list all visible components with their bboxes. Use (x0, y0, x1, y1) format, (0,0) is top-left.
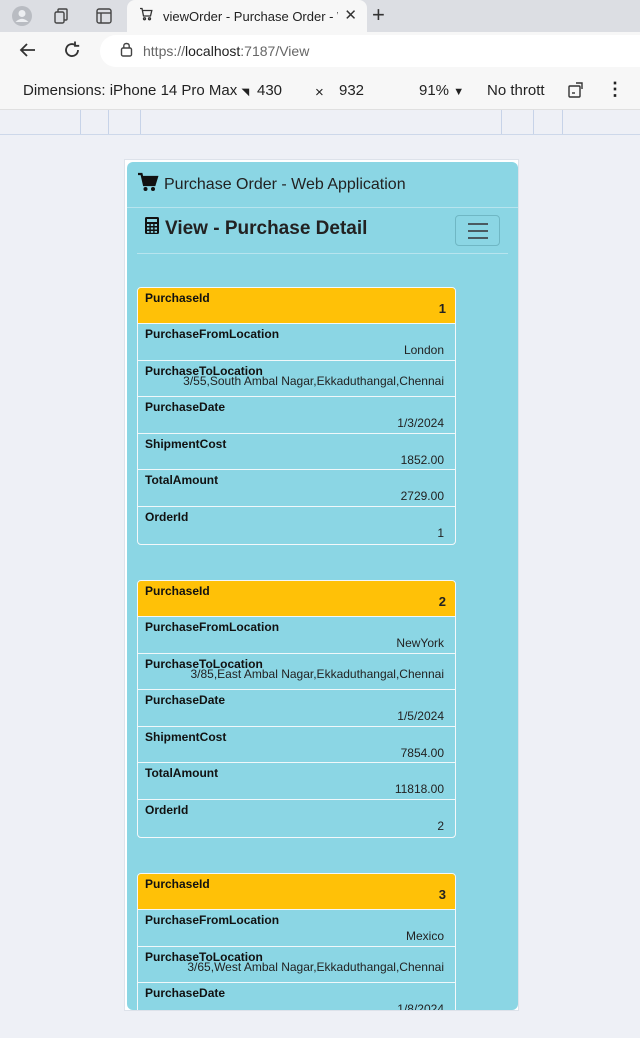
purchase-date-row: PurchaseDate 1/8/2024 (138, 983, 455, 1010)
to-location-row: PurchaseToLocation 3/85,East Ambal Nagar,… (138, 654, 455, 690)
page-title: View - Purchase Detail (145, 217, 367, 240)
purchase-id-row: PurchaseId 2 (138, 581, 455, 617)
zoom-dropdown[interactable]: 91% ▼ (419, 82, 464, 99)
new-tab-button[interactable]: + (372, 4, 385, 26)
purchase-card: PurchaseId 2 PurchaseFromLocation NewYork … (137, 580, 456, 838)
back-arrow-icon[interactable] (18, 40, 38, 64)
purchase-date-row: PurchaseDate 1/3/2024 (138, 397, 455, 434)
purchase-date-row: PurchaseDate 1/5/2024 (138, 690, 455, 727)
throttle-dropdown[interactable]: No thrott (487, 82, 545, 99)
purchase-card: PurchaseId 1 PurchaseFromLocation London P… (137, 287, 456, 545)
shopping-cart-icon (137, 172, 159, 197)
purchase-id-row: PurchaseId 1 (138, 288, 455, 324)
active-tab[interactable]: viewOrder - Purchase Order - Web Applica… (127, 0, 367, 32)
purchase-id-row: PurchaseId 3 (138, 874, 455, 910)
navbar-toggle-button[interactable] (455, 215, 500, 246)
to-location-row: PurchaseToLocation 3/65,West Ambal Nagar,… (138, 947, 455, 983)
page-title-text: View - Purchase Detail (165, 217, 368, 239)
to-location-row: PurchaseToLocation 3/55,South Ambal Nagar… (138, 361, 455, 397)
device-viewport: Purchase Order - Web Application View - … (124, 159, 519, 1011)
profile-icon[interactable] (11, 5, 33, 27)
width-field[interactable]: 430 (257, 82, 282, 99)
url-field[interactable]: https://localhost:7187/View (100, 35, 640, 67)
hamburger-icon (467, 222, 488, 225)
media-query-ruler (0, 110, 640, 135)
lock-icon[interactable] (120, 42, 133, 60)
app-header: Purchase Order - Web Application (127, 162, 518, 208)
url-text: https://localhost:7187/View (143, 43, 310, 59)
app-container: Purchase Order - Web Application View - … (127, 162, 518, 1010)
from-location-row: PurchaseFromLocation Mexico (138, 910, 455, 947)
page-header: View - Purchase Detail (137, 210, 508, 254)
rotate-icon[interactable] (567, 81, 585, 103)
total-amount-row: TotalAmount 11818.00 (138, 763, 455, 800)
order-id-row: OrderId 2 (145, 802, 444, 833)
purchase-card: PurchaseId 3 PurchaseFromLocation Mexico P… (137, 873, 456, 1010)
tab-actions-icon[interactable] (93, 5, 115, 27)
device-toolbar: Dimensions: iPhone 14 Pro Max ◥ 430 × 93… (0, 70, 640, 110)
address-bar-row: https://localhost:7187/View (0, 32, 640, 70)
order-id-row: OrderId 1 (145, 509, 444, 540)
dimensions-dropdown[interactable]: Dimensions: iPhone 14 Pro Max ◥ (23, 82, 249, 99)
shipment-cost-row: ShipmentCost 7854.00 (138, 727, 455, 763)
swap-dimensions-icon[interactable]: × (315, 84, 324, 101)
tab-title: viewOrder - Purchase Order - Web Applica… (163, 8, 338, 24)
dropdown-arrow-icon: ◥ (241, 87, 250, 98)
workspaces-icon[interactable] (51, 5, 73, 27)
close-tab-icon[interactable]: ✕ (344, 8, 357, 24)
shipment-cost-row: ShipmentCost 1852.00 (138, 434, 455, 470)
from-location-row: PurchaseFromLocation London (138, 324, 455, 361)
more-options-icon[interactable]: ⋮ (606, 80, 624, 98)
chevron-down-icon: ▼ (453, 86, 465, 98)
app-title: Purchase Order - Web Application (164, 175, 406, 193)
from-location-row: PurchaseFromLocation NewYork (138, 617, 455, 654)
reload-icon[interactable] (62, 40, 82, 64)
cart-icon (139, 7, 153, 26)
calculator-icon (145, 217, 159, 240)
browser-tab-bar: viewOrder - Purchase Order - Web Applica… (0, 0, 640, 32)
total-amount-row: TotalAmount 2729.00 (138, 470, 455, 507)
height-field[interactable]: 932 (339, 82, 364, 99)
